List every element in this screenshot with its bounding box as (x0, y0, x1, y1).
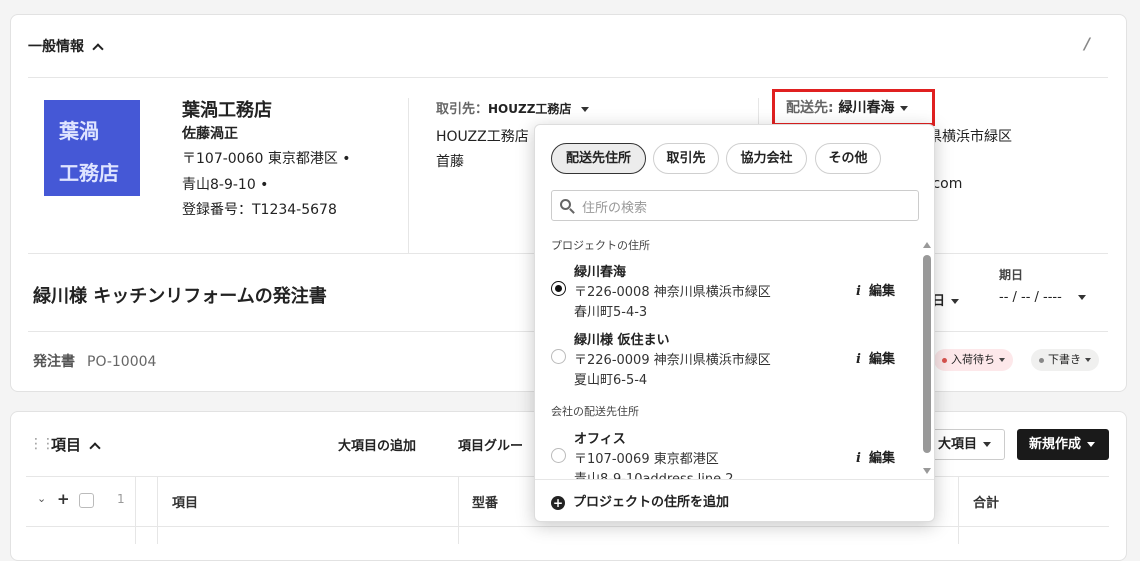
status-badge[interactable]: 入荷待ち (934, 349, 1013, 371)
tab-ship-address[interactable]: 配送先住所 (551, 143, 646, 174)
scroll-down-arrow[interactable] (923, 468, 931, 474)
company-name: 葉渦工務店 (182, 100, 272, 121)
add-project-address-button[interactable]: + プロジェクトの住所を追加 (551, 491, 729, 510)
edit-address-button[interactable]: i 編集 (856, 280, 895, 299)
add-item-group-button[interactable]: 項目グルー (458, 435, 523, 454)
divider (458, 477, 459, 544)
divider (157, 477, 158, 544)
item-column-header[interactable]: 項目 (172, 492, 198, 511)
items-title[interactable]: 項目 (51, 434, 101, 455)
client-line-1: HOUZZ工務店 (436, 129, 529, 145)
section-project-addresses: プロジェクトの住所 (551, 239, 650, 252)
po-number: 発注書 PO-10004 (33, 354, 157, 370)
new-create-button[interactable]: 新規作成 (1017, 429, 1109, 460)
divider (535, 479, 934, 480)
address-radio[interactable] (551, 448, 566, 463)
search-icon-handle (569, 208, 575, 214)
add-major-item-button[interactable]: 大項目の追加 (338, 435, 416, 454)
model-column-header[interactable]: 型番 (472, 492, 498, 511)
contact-name: 佐藤渦正 (182, 126, 238, 142)
chevron-down-icon (983, 442, 992, 447)
date-selector[interactable]: 日 (932, 290, 960, 309)
po-title: 緑川様 キッチンリフォームの発注書 (33, 286, 327, 307)
pencil-icon: i (856, 352, 861, 367)
divider (958, 477, 959, 544)
address-list-clip: オフィス 〒107-0069 東京都港区 青山8-9-10address lin… (535, 423, 925, 479)
edit-address-button[interactable]: i 編集 (856, 447, 895, 466)
chevron-down-icon (1087, 442, 1096, 447)
client-selector[interactable]: 取引先：HOUZZ工務店 (436, 98, 590, 117)
drag-handle-icon[interactable]: ⋮⋮ (29, 436, 55, 452)
registration-number: 登録番号：T1234-5678 (182, 202, 337, 218)
draft-badge[interactable]: 下書き (1031, 349, 1099, 371)
company-address-1: 〒107-0060 東京都港区 • (182, 151, 351, 167)
chevron-down-icon (1085, 358, 1091, 362)
address-name: オフィス (574, 432, 626, 447)
row-number-header: 1 (117, 492, 125, 506)
address-line-2: 春川町5-4-3 (574, 305, 648, 320)
pencil-icon: i (856, 451, 861, 466)
due-date-label: 期日 (999, 268, 1024, 282)
address-line-1: 〒107-0069 東京都港区 (574, 452, 719, 467)
scroll-up-arrow[interactable] (923, 242, 931, 248)
scrollbar-thumb[interactable] (923, 255, 931, 453)
address-radio[interactable] (551, 349, 566, 364)
section-company-addresses: 会社の配送先住所 (551, 405, 639, 418)
address-line-2: 夏山町6-5-4 (574, 373, 648, 388)
due-date-selector[interactable]: -- / -- / ---- (999, 290, 1086, 305)
client-line-2: 首藤 (436, 154, 464, 170)
plus-circle-icon: + (551, 495, 565, 510)
tab-other[interactable]: その他 (815, 143, 881, 174)
expand-all-icon[interactable]: ⌄ (37, 492, 46, 505)
pencil-icon[interactable]: / (1084, 34, 1090, 53)
address-name: 緑川春海 (574, 265, 627, 280)
ship-to-dropdown: 配送先住所 取引先 協力会社 その他 住所の検索 プロジェクトの住所 緑川春海 … (534, 124, 935, 522)
add-row-icon[interactable]: + (57, 490, 70, 508)
divider (408, 98, 409, 253)
status-dot-icon (942, 357, 947, 363)
general-info-title[interactable]: 一般情報 (28, 36, 104, 56)
edit-address-button[interactable]: i 編集 (856, 348, 895, 367)
address-radio-selected[interactable] (551, 281, 566, 296)
select-all-checkbox[interactable] (79, 493, 94, 508)
address-line-1: 〒226-0008 神奈川県横浜市緑区 (574, 285, 771, 300)
chevron-up-icon (92, 43, 104, 55)
chevron-down-icon (900, 105, 909, 111)
address-search-input[interactable]: 住所の検索 (551, 190, 919, 221)
status-dot-icon (1039, 357, 1044, 363)
divider (26, 526, 1109, 527)
chevron-down-icon (951, 299, 960, 304)
divider (28, 77, 1108, 78)
pencil-icon: i (856, 284, 861, 299)
tab-partner[interactable]: 協力会社 (726, 143, 807, 174)
chevron-down-icon (1077, 295, 1086, 300)
company-address-2: 青山8-9-10 • (182, 177, 269, 193)
chevron-down-icon (999, 358, 1005, 362)
address-name: 緑川様 仮住まい (574, 333, 670, 348)
company-logo: 葉渦 工務店 (44, 100, 140, 196)
chevron-up-icon (89, 441, 101, 454)
total-column-header[interactable]: 合計 (973, 492, 999, 511)
ship-to-line-1: 県横浜市緑区 (928, 129, 1012, 145)
ship-to-selector[interactable]: 配送先: 緑川春海 (772, 89, 935, 126)
chevron-down-icon (581, 107, 590, 112)
address-line-1: 〒226-0009 神奈川県横浜市緑区 (574, 353, 771, 368)
address-line-2: 青山8-9-10address line 2 (574, 468, 734, 479)
tab-client[interactable]: 取引先 (653, 143, 719, 174)
divider (135, 477, 136, 544)
